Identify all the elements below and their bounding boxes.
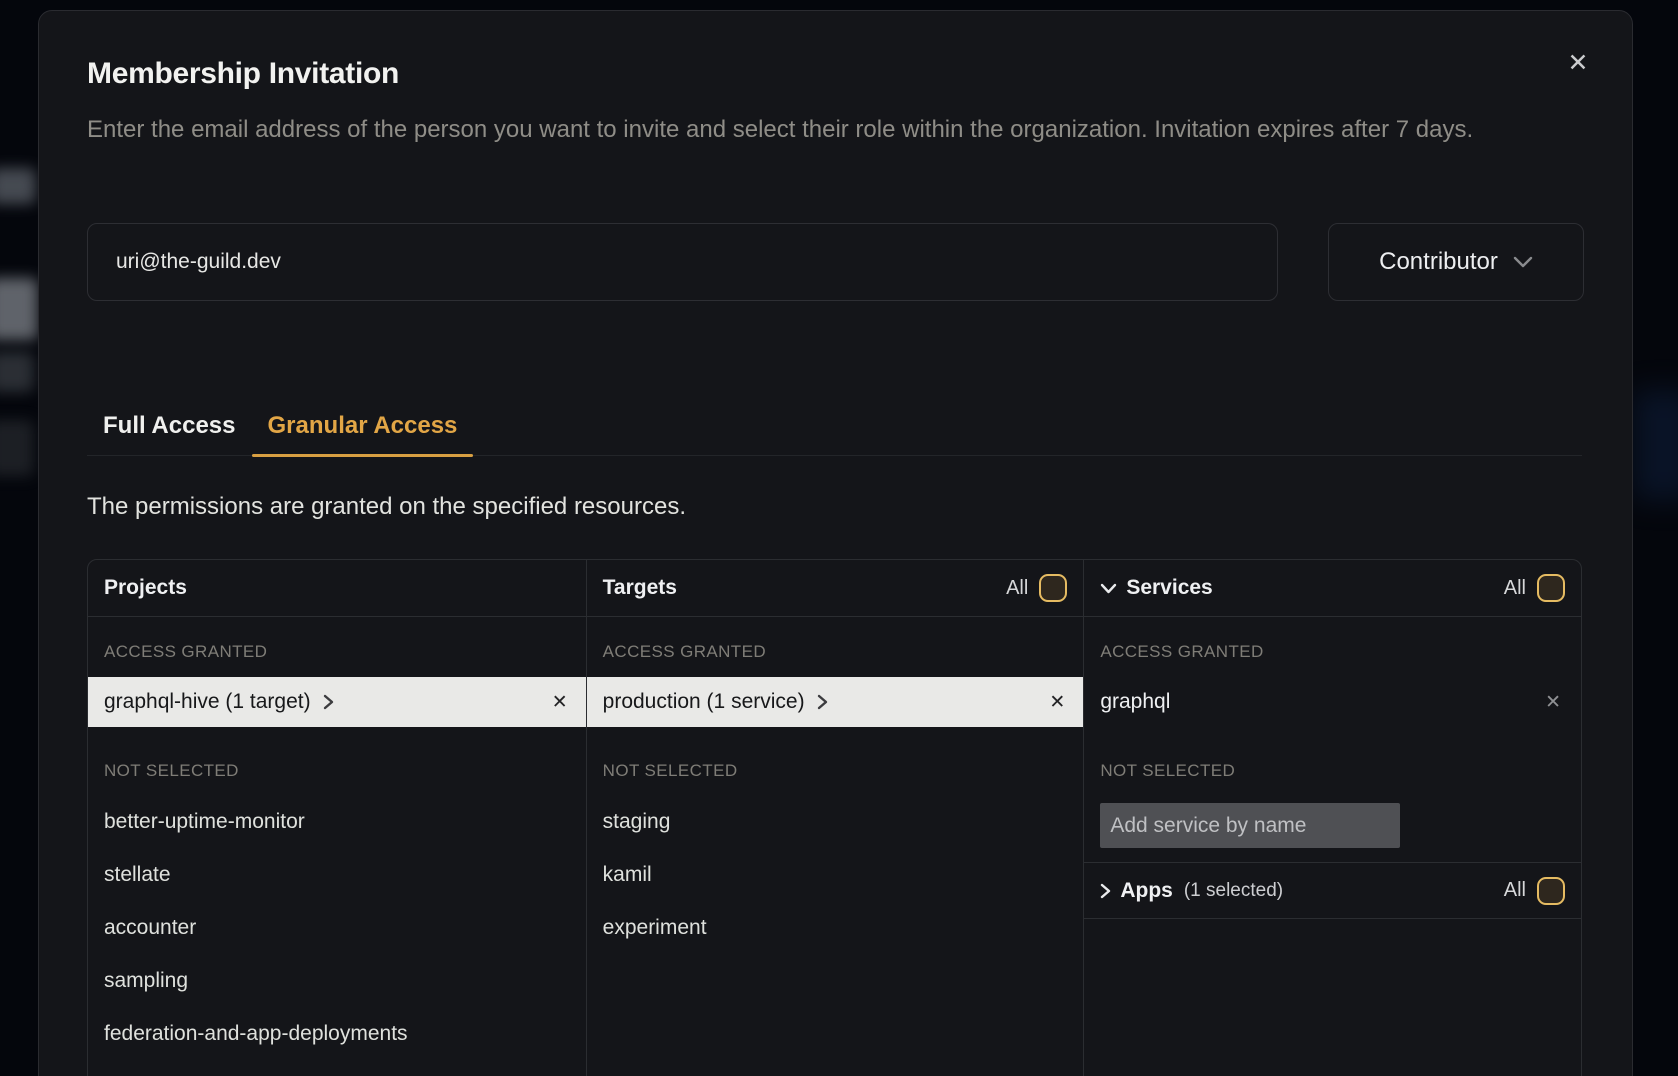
role-select[interactable]: Contributor <box>1328 223 1584 301</box>
services-column: Services All ACCESS GRANTED graphql ✕ NO… <box>1083 560 1581 1076</box>
services-all-label: All <box>1504 577 1526 600</box>
targets-header-label: Targets <box>603 576 677 600</box>
projects-list: ACCESS GRANTED graphql-hive (1 target) ✕… <box>88 617 586 1076</box>
selected-target-name: production (1 service) <box>603 690 805 714</box>
access-granted-label: ACCESS GRANTED <box>1100 637 1263 667</box>
apps-all-label: All <box>1504 879 1526 902</box>
remove-service-button[interactable]: ✕ <box>1545 693 1561 712</box>
access-tabs: Full Access Granular Access <box>87 410 1582 456</box>
background-blur-fragment <box>0 168 36 204</box>
tab-full-access[interactable]: Full Access <box>87 410 252 455</box>
apps-selected-count: (1 selected) <box>1184 880 1283 902</box>
targets-column: Targets All ACCESS GRANTED production (1… <box>586 560 1084 1076</box>
close-button[interactable]: ✕ <box>1560 45 1596 81</box>
membership-invitation-dialog: ✕ Membership Invitation Enter the email … <box>38 10 1633 1076</box>
granted-service-name: graphql <box>1100 690 1170 714</box>
services-header[interactable]: Services All <box>1084 560 1581 617</box>
projects-column: Projects ACCESS GRANTED graphql-hive (1 … <box>88 560 586 1076</box>
permissions-hint: The permissions are granted on the speci… <box>87 493 686 521</box>
background-glow <box>1634 390 1678 500</box>
target-item[interactable]: kamil <box>603 860 1068 890</box>
remove-project-button[interactable]: ✕ <box>552 693 568 712</box>
apps-label: Apps <box>1120 879 1173 903</box>
selected-target-row[interactable]: production (1 service) ✕ <box>587 677 1084 727</box>
selected-project-name: graphql-hive (1 target) <box>104 690 311 714</box>
apps-section-toggle[interactable]: Apps (1 selected) All <box>1084 862 1581 919</box>
targets-all-group: All <box>1006 574 1067 602</box>
granted-service-row: graphql ✕ <box>1084 677 1581 727</box>
close-icon: ✕ <box>1568 48 1589 78</box>
chevron-right-icon <box>1100 883 1111 899</box>
services-header-label: Services <box>1126 576 1212 600</box>
project-item[interactable]: stellate <box>104 860 570 890</box>
chevron-right-icon <box>817 694 828 710</box>
targets-all-label: All <box>1006 577 1028 600</box>
chevron-down-icon <box>1513 256 1533 268</box>
access-granted-label: ACCESS GRANTED <box>104 637 267 667</box>
target-item[interactable]: staging <box>603 807 1068 837</box>
services-all-checkbox[interactable] <box>1537 574 1565 602</box>
targets-list: ACCESS GRANTED production (1 service) ✕ … <box>587 617 1084 1076</box>
project-item[interactable]: sampling <box>104 966 570 996</box>
chevron-down-icon <box>1100 583 1117 594</box>
dialog-description: Enter the email address of the person yo… <box>87 111 1595 149</box>
resource-selector: Projects ACCESS GRANTED graphql-hive (1 … <box>87 559 1582 1076</box>
remove-icon: ✕ <box>552 692 568 713</box>
project-item[interactable]: better-uptime-monitor <box>104 807 570 837</box>
add-service-input[interactable] <box>1100 803 1400 848</box>
services-all-group: All <box>1504 574 1565 602</box>
apps-all-checkbox[interactable] <box>1537 877 1565 905</box>
project-item[interactable]: accounter <box>104 913 570 943</box>
project-item[interactable]: federation-and-app-deployments <box>104 1019 570 1049</box>
apps-all-group: All <box>1504 877 1565 905</box>
invite-email-input[interactable] <box>87 223 1278 301</box>
remove-target-button[interactable]: ✕ <box>1049 693 1065 712</box>
not-selected-label: NOT SELECTED <box>603 756 738 786</box>
background-blur-fragment <box>0 420 34 476</box>
remove-icon: ✕ <box>1049 692 1065 713</box>
services-list: ACCESS GRANTED graphql ✕ NOT SELECTED Ap… <box>1084 617 1581 1076</box>
chevron-right-icon <box>323 694 334 710</box>
role-select-value: Contributor <box>1379 248 1498 276</box>
not-selected-label: NOT SELECTED <box>104 756 239 786</box>
projects-header-label: Projects <box>104 576 187 600</box>
access-granted-label: ACCESS GRANTED <box>603 637 766 667</box>
dialog-title: Membership Invitation <box>87 57 399 91</box>
background-blur-fragment <box>0 352 34 392</box>
remove-icon: ✕ <box>1545 692 1561 713</box>
targets-all-checkbox[interactable] <box>1039 574 1067 602</box>
selected-project-row[interactable]: graphql-hive (1 target) ✕ <box>88 677 586 727</box>
target-item[interactable]: experiment <box>603 913 1068 943</box>
not-selected-label: NOT SELECTED <box>1100 756 1235 786</box>
background-blur-fragment <box>0 278 38 340</box>
tab-granular-access[interactable]: Granular Access <box>252 410 474 455</box>
projects-header: Projects <box>88 560 586 617</box>
targets-header: Targets All <box>587 560 1084 617</box>
